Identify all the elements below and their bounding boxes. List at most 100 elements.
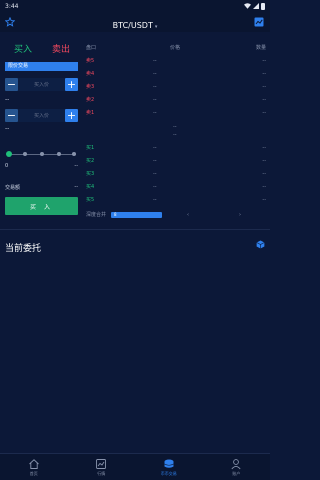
kline-chart-icon[interactable]	[254, 17, 264, 27]
nav-home-label: 首页	[29, 470, 38, 476]
section-divider	[0, 229, 270, 230]
ask-row[interactable]: 卖5 -- --	[86, 57, 266, 66]
buy-button[interactable]: 买 入	[5, 197, 78, 215]
system-icons	[244, 2, 265, 10]
ask-label: 卖1	[86, 110, 95, 116]
chevron-right-icon[interactable]: ›	[239, 211, 241, 219]
status-bar: 3:44	[0, 0, 270, 12]
nav-coin-trade[interactable]: 币币交易	[135, 454, 203, 480]
bid-qty: --	[262, 145, 266, 151]
tab-buy[interactable]: 买入	[4, 42, 42, 55]
bottom-nav: 首页 行情 币币交易 账户	[0, 453, 270, 480]
volume-label: 交易额	[5, 185, 21, 191]
converted-price: --	[5, 96, 10, 103]
bid-label: 买2	[86, 158, 95, 164]
bid-price: --	[153, 184, 157, 190]
amount-row: 0 --	[5, 163, 78, 169]
amount-percent-slider[interactable]	[6, 151, 76, 158]
amount-minus-button[interactable]: −	[5, 108, 18, 122]
last-price-converted: --	[173, 132, 177, 138]
ask-price: --	[153, 97, 157, 103]
amount-value: 0	[5, 163, 9, 169]
ask-qty: --	[262, 97, 266, 103]
bid-row[interactable]: 买3 -- --	[86, 170, 266, 179]
nav-account[interactable]: 账户	[203, 454, 271, 480]
trade-side-tabs: 买入 卖出	[4, 42, 80, 55]
ask-qty: --	[262, 58, 266, 64]
slider-thumb[interactable]	[6, 151, 12, 157]
account-icon	[231, 458, 241, 469]
status-time: 3:44	[5, 2, 19, 10]
signal-icon	[253, 3, 259, 9]
bid-price: --	[153, 145, 157, 151]
favorite-star-icon[interactable]	[5, 17, 15, 27]
cube-icon[interactable]	[256, 240, 265, 249]
bid-row[interactable]: 买1 -- --	[86, 144, 266, 153]
ask-price: --	[153, 110, 157, 116]
slider-step-100[interactable]	[72, 152, 76, 156]
nav-coin-trade-label: 币币交易	[160, 470, 177, 476]
header-price: 价格	[170, 45, 181, 51]
depth-label: 深度合并	[86, 212, 107, 218]
order-type-select[interactable]: 限价交易	[5, 62, 78, 71]
volume-value: --	[74, 184, 78, 190]
price-input[interactable]: 买入价	[18, 77, 65, 91]
bid-price: --	[153, 158, 157, 164]
bid-label: 买3	[86, 171, 95, 177]
ask-price: --	[153, 58, 157, 64]
header-qty: 数量	[255, 45, 266, 51]
home-icon	[28, 458, 39, 469]
slider-step-50[interactable]	[40, 152, 44, 156]
amount-unit: --	[74, 163, 78, 169]
nav-account-label: 账户	[232, 470, 241, 476]
amount-stepper: − 买入价 +	[5, 108, 78, 122]
last-price: --	[173, 124, 177, 130]
nav-market-label: 行情	[97, 470, 106, 476]
ask-qty: --	[262, 110, 266, 116]
price-plus-button[interactable]: +	[65, 77, 78, 91]
ask-label: 卖5	[86, 58, 95, 64]
coin-trade-icon	[164, 459, 174, 468]
tab-sell[interactable]: 卖出	[42, 42, 80, 55]
wifi-icon	[244, 3, 251, 9]
ask-price: --	[153, 84, 157, 90]
ask-price: --	[153, 71, 157, 77]
slider-step-25[interactable]	[23, 152, 27, 156]
nav-home[interactable]: 首页	[0, 454, 68, 480]
ask-row[interactable]: 卖4 -- --	[86, 70, 266, 79]
bid-qty: --	[262, 184, 266, 190]
amount-plus-button[interactable]: +	[65, 108, 78, 122]
slider-step-75[interactable]	[57, 152, 61, 156]
price-stepper: − 买入价 +	[5, 77, 78, 91]
ask-qty: --	[262, 84, 266, 90]
nav-market[interactable]: 行情	[68, 454, 136, 480]
ask-row[interactable]: 卖3 -- --	[86, 83, 266, 92]
pair-selector[interactable]: BTC/USDT ▾	[113, 13, 158, 32]
current-orders-title: 当前委托	[5, 244, 42, 254]
volume-row: 交易额 --	[5, 184, 78, 191]
bid-row[interactable]: 买5 -- --	[86, 196, 266, 205]
bid-label: 买4	[86, 184, 95, 190]
battery-icon	[261, 2, 265, 10]
bid-qty: --	[262, 158, 266, 164]
chevron-down-icon: ▾	[154, 23, 158, 30]
bid-row[interactable]: 买4 -- --	[86, 183, 266, 192]
ask-row[interactable]: 卖2 -- --	[86, 96, 266, 105]
ask-qty: --	[262, 71, 266, 77]
available-balance: --	[5, 125, 10, 132]
pair-title: BTC/USDT	[112, 20, 153, 30]
price-minus-button[interactable]: −	[5, 77, 18, 91]
bid-qty: --	[262, 171, 266, 177]
chevron-left-icon[interactable]: ‹	[187, 211, 189, 219]
bid-qty: --	[262, 197, 266, 203]
ask-row[interactable]: 卖1 -- --	[86, 109, 266, 118]
bid-label: 买5	[86, 197, 95, 203]
top-header: BTC/USDT ▾	[0, 12, 270, 32]
ask-label: 卖3	[86, 84, 95, 90]
ask-label: 卖2	[86, 97, 95, 103]
bid-row[interactable]: 买2 -- --	[86, 157, 266, 166]
bid-label: 买1	[86, 145, 95, 151]
header-market: 盘口	[86, 45, 97, 51]
amount-input[interactable]: 买入价	[18, 108, 65, 122]
depth-select[interactable]: 8	[111, 212, 162, 218]
